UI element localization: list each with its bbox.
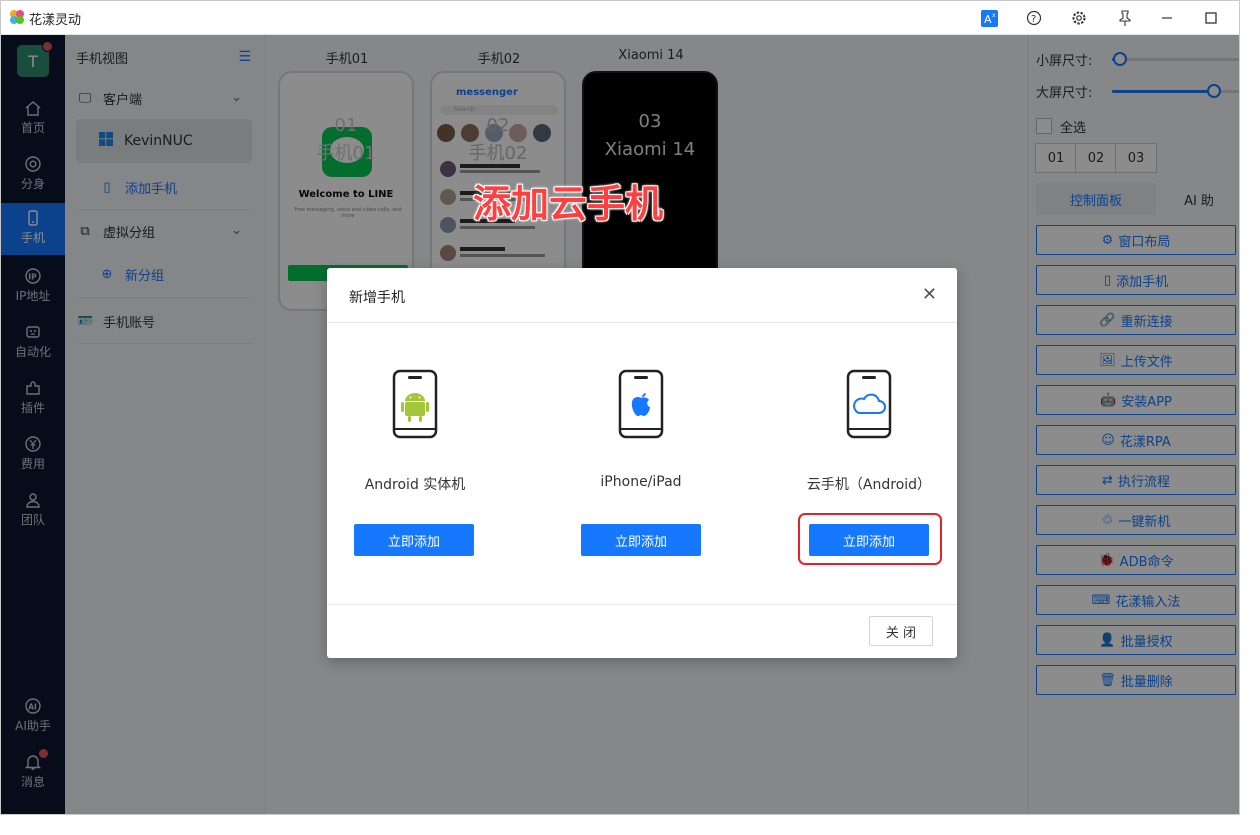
option-cloud-phone-label: 云手机（Android） — [806, 477, 932, 493]
divider — [327, 322, 957, 323]
svg-text:x: x — [992, 12, 996, 19]
maximize-icon[interactable] — [1201, 8, 1221, 28]
annotation-label: 添加云手机 — [473, 182, 664, 226]
app-window: 花漾灵动 Ax ? T 首页 分身 手机 IP IP地址 自动化 插件 费用 团… — [0, 0, 1240, 815]
option-iphone-label: iPhone/iPad — [600, 474, 682, 490]
app-logo-icon — [10, 10, 24, 24]
minimize-icon[interactable] — [1157, 8, 1177, 28]
divider — [327, 604, 957, 605]
apple-icon — [618, 369, 664, 439]
help-icon[interactable]: ? — [1024, 8, 1044, 28]
cloud-icon — [846, 369, 892, 439]
title-bar: 花漾灵动 Ax ? — [1, 1, 1239, 35]
option-android — [315, 368, 515, 444]
highlight-frame — [798, 513, 942, 565]
android-icon — [392, 369, 438, 439]
pin-icon[interactable] — [1115, 8, 1135, 28]
svg-text:A: A — [984, 13, 992, 26]
add-iphone-button[interactable]: 立即添加 — [581, 524, 701, 556]
add-phone-dialog: 新增手机 ✕ Android 实体机 立即添加 iPhone/iPad 立即添加… — [327, 268, 957, 658]
option-android-label: Android 实体机 — [364, 477, 466, 493]
add-android-button[interactable]: 立即添加 — [354, 524, 474, 556]
translate-icon[interactable]: Ax — [979, 8, 999, 28]
close-icon[interactable]: ✕ — [922, 284, 937, 305]
app-title: 花漾灵动 — [29, 13, 82, 28]
svg-text:?: ? — [1031, 14, 1036, 25]
gear-icon[interactable] — [1069, 8, 1089, 28]
close-button[interactable]: 关 闭 — [869, 616, 933, 646]
option-iphone — [541, 368, 741, 444]
dialog-title: 新增手机 — [349, 290, 405, 306]
option-cloud-phone — [769, 368, 969, 444]
